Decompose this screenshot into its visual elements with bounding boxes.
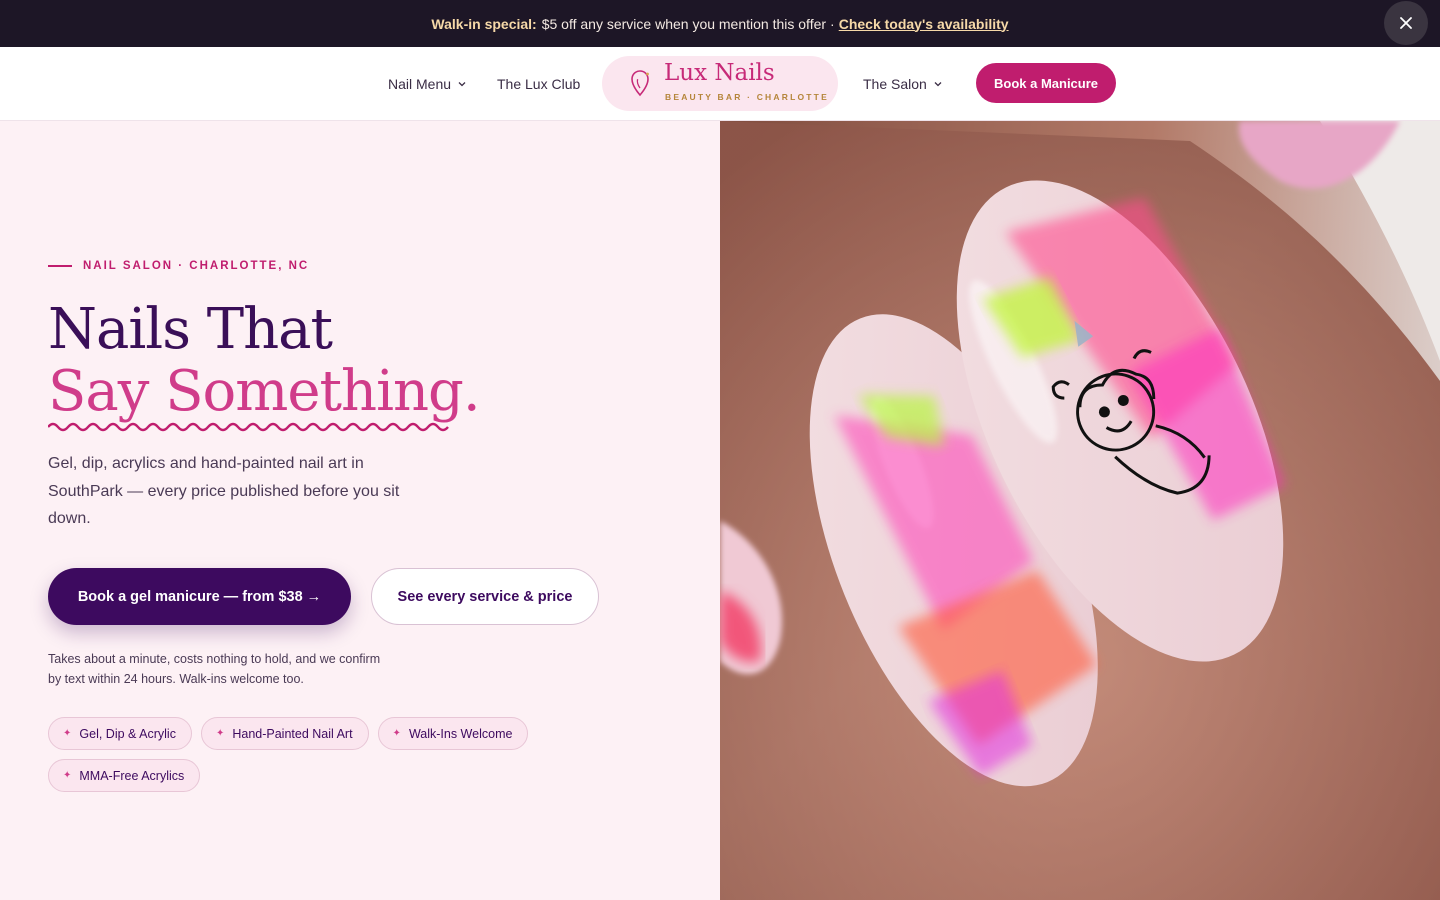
- chip-label: Hand-Painted Nail Art: [232, 726, 353, 741]
- chip-mma-free-acrylics: ✦ MMA-Free Acrylics: [48, 759, 201, 792]
- chip-walk-ins-welcome: ✦ Walk-Ins Welcome: [377, 717, 529, 750]
- booking-note: Takes about a minute, costs nothing to h…: [48, 652, 381, 686]
- close-icon: [1400, 17, 1412, 29]
- chip-hand-painted-nail-art: ✦ Hand-Painted Nail Art: [200, 717, 369, 750]
- sparkle-icon: ✦: [215, 728, 225, 739]
- announcement-text: $5 off any service when you mention this…: [541, 15, 827, 32]
- chip-label: MMA-Free Acrylics: [79, 768, 185, 783]
- nav-lux-club[interactable]: The Lux Club: [497, 47, 580, 121]
- hero-title-line1: Nails That: [48, 297, 333, 362]
- chip-gel-dip-acrylic: ✦ Gel, Dip & Acrylic: [48, 717, 192, 750]
- title-squiggle-underline: [48, 422, 449, 432]
- chevron-down-icon: [934, 82, 942, 87]
- nail-pin-icon: [631, 70, 649, 97]
- sparkle-icon: ✦: [63, 770, 72, 781]
- site-header: Nail Menu The Lux Club Lux Nails BEAUTY …: [0, 47, 1440, 121]
- eyebrow-rule: [48, 265, 72, 267]
- logo-tagline: BEAUTY BAR · CHARLOTTE: [665, 92, 829, 102]
- chevron-down-icon: [458, 82, 466, 87]
- nav-lux-club-label: The Lux Club: [497, 76, 581, 92]
- sparkle-icon: ✦: [63, 728, 72, 739]
- hero-title-line2: Say Something.: [48, 359, 481, 424]
- chip-label: Gel, Dip & Acrylic: [79, 726, 176, 741]
- availability-link[interactable]: Check today's availability: [839, 16, 1009, 32]
- announcement-label: Walk-in special:: [431, 15, 537, 32]
- see-services-button[interactable]: See every service & price: [371, 568, 599, 625]
- hero-nail-art-photo: [720, 121, 1440, 900]
- sparkle-icon: ✦: [392, 728, 401, 739]
- book-manicure-button[interactable]: Book a Manicure: [976, 63, 1116, 103]
- nav-nail-menu-label: Nail Menu: [388, 76, 452, 92]
- logo[interactable]: Lux Nails BEAUTY BAR · CHARLOTTE: [602, 56, 838, 111]
- announcement-bar: Walk-in special: $5 off any service when…: [0, 0, 1440, 47]
- hero-eyebrow: NAIL SALON · CHARLOTTE, NC: [48, 260, 309, 272]
- hero-subtitle: Gel, dip, acrylics and hand-painted nail…: [48, 455, 400, 527]
- book-gel-manicure-button[interactable]: Book a gel manicure — from $38 →: [48, 568, 351, 625]
- announcement-separator: ·: [830, 15, 835, 32]
- nav-nail-menu[interactable]: Nail Menu: [388, 47, 466, 121]
- logo-name: Lux Nails: [664, 60, 775, 86]
- nav-the-salon[interactable]: The Salon: [863, 47, 942, 121]
- chip-label: Walk-Ins Welcome: [408, 726, 513, 741]
- nav-the-salon-label: The Salon: [863, 76, 927, 92]
- close-announcement-button[interactable]: [1384, 1, 1428, 45]
- feature-chips: ✦ Gel, Dip & Acrylic ✦ Hand-Painted Nail A…: [48, 717, 548, 792]
- eyebrow-text: NAIL SALON · CHARLOTTE, NC: [83, 260, 310, 272]
